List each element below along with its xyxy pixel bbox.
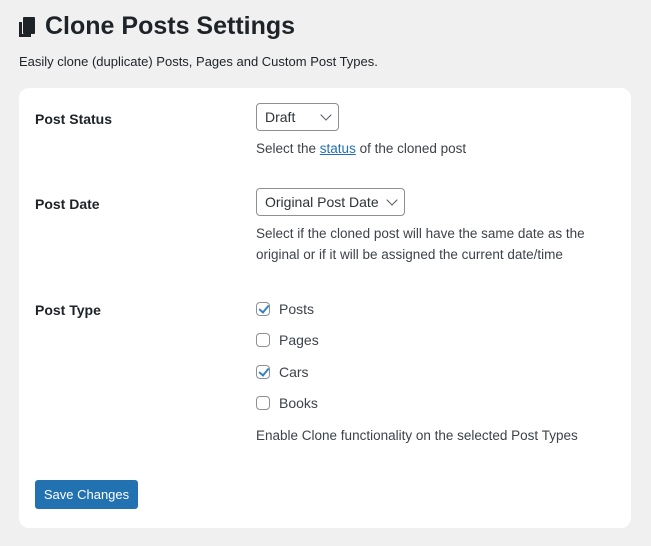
chevron-down-icon bbox=[386, 194, 398, 206]
post-status-value: Draft bbox=[265, 109, 296, 125]
cars-checkbox[interactable] bbox=[256, 365, 270, 379]
status-link[interactable]: status bbox=[320, 141, 356, 156]
pages-checkbox[interactable] bbox=[256, 333, 270, 347]
post-type-label: Post Type bbox=[35, 302, 101, 318]
save-changes-button[interactable]: Save Changes bbox=[35, 480, 138, 509]
post-status-select[interactable]: Draft bbox=[256, 103, 339, 131]
post-date-description: Select if the cloned post will have the … bbox=[256, 226, 585, 262]
posts-label: Posts bbox=[279, 301, 315, 317]
clone-icon bbox=[19, 17, 37, 37]
post-status-label: Post Status bbox=[35, 111, 113, 127]
post-status-description: Select the status of the cloned post bbox=[256, 141, 467, 156]
books-label: Books bbox=[279, 395, 318, 411]
post-date-label: Post Date bbox=[35, 196, 100, 212]
books-checkbox[interactable] bbox=[256, 396, 270, 410]
post-date-value: Original Post Date bbox=[265, 194, 379, 210]
post-type-description: Enable Clone functionality on the select… bbox=[256, 428, 578, 443]
post-type-option-pages[interactable]: Pages bbox=[256, 332, 319, 348]
page-title: Clone Posts Settings bbox=[45, 12, 296, 40]
page-subtitle: Easily clone (duplicate) Posts, Pages an… bbox=[19, 54, 378, 69]
post-date-select[interactable]: Original Post Date bbox=[256, 188, 405, 216]
posts-checkbox[interactable] bbox=[256, 302, 270, 316]
post-type-option-cars[interactable]: Cars bbox=[256, 364, 309, 380]
pages-label: Pages bbox=[279, 332, 319, 348]
cars-label: Cars bbox=[279, 364, 309, 380]
post-type-option-books[interactable]: Books bbox=[256, 395, 318, 411]
settings-card: Post Status Draft Select the status of t… bbox=[19, 88, 631, 528]
post-type-option-posts[interactable]: Posts bbox=[256, 301, 314, 317]
page-header: Clone Posts Settings bbox=[19, 10, 295, 42]
chevron-down-icon bbox=[320, 109, 332, 121]
